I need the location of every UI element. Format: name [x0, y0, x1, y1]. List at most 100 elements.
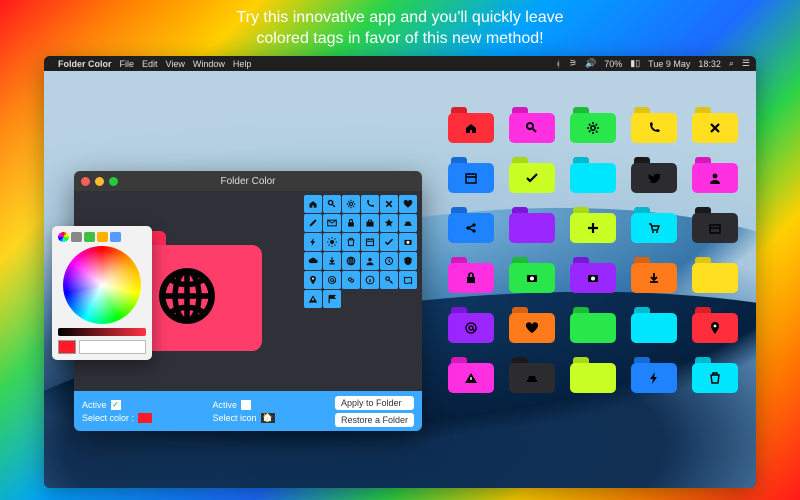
- desktop-folder-twitter[interactable]: [631, 157, 677, 193]
- picker-tabs[interactable]: [58, 232, 146, 242]
- desktop-folder-close[interactable]: [692, 107, 738, 143]
- color-wheel[interactable]: [63, 246, 141, 324]
- icon-option-at[interactable]: [323, 271, 341, 289]
- desktop-folder-share[interactable]: [448, 207, 494, 243]
- icon-option-check[interactable]: [380, 233, 398, 251]
- icon-option-download[interactable]: [323, 252, 341, 270]
- camera-icon: [570, 263, 616, 293]
- phone-icon: [631, 113, 677, 143]
- icon-option-gear[interactable]: [342, 195, 360, 213]
- restore-folder-button[interactable]: Restore a Folder: [335, 413, 414, 427]
- desktop-folder-heart[interactable]: [509, 307, 555, 343]
- desktop-folder-blank[interactable]: [631, 307, 677, 343]
- desktop-folder-download[interactable]: [631, 257, 677, 293]
- active-icon-checkbox[interactable]: ✓: [241, 400, 251, 410]
- desktop-folder-blank[interactable]: [692, 257, 738, 293]
- icon-option-briefcase[interactable]: [361, 214, 379, 232]
- desktop-folder-camera[interactable]: [570, 257, 616, 293]
- wifi-icon[interactable]: ⚞: [569, 58, 577, 69]
- selected-icon-swatch[interactable]: [261, 413, 275, 423]
- select-color-label: Select color :: [82, 413, 134, 423]
- select-icon-label: Select icon: [212, 413, 256, 423]
- warn-icon: [448, 363, 494, 393]
- icon-option-pin[interactable]: [304, 271, 322, 289]
- icon-option-search[interactable]: [323, 195, 341, 213]
- icon-option-key[interactable]: [380, 271, 398, 289]
- desktop-folder-cart[interactable]: [631, 207, 677, 243]
- bolt-icon: [631, 363, 677, 393]
- desktop-folder-blank[interactable]: [570, 307, 616, 343]
- menu-window[interactable]: Window: [193, 59, 225, 69]
- icon-option-flag[interactable]: [323, 290, 341, 308]
- icon-option-pencil[interactable]: [304, 214, 322, 232]
- notifications-icon[interactable]: ☰: [742, 58, 750, 69]
- icon-option-cloud[interactable]: [304, 252, 322, 270]
- selected-color-swatch[interactable]: [138, 413, 152, 423]
- icon-option-mail[interactable]: [323, 214, 341, 232]
- spotlight-icon[interactable]: ⌕: [729, 58, 734, 69]
- desktop-folder-user[interactable]: [692, 157, 738, 193]
- icon-option-info[interactable]: [361, 271, 379, 289]
- desktop-folder-lock[interactable]: [448, 257, 494, 293]
- icon-option-heart[interactable]: [399, 195, 417, 213]
- menu-help[interactable]: Help: [233, 59, 252, 69]
- desktop-folder-check[interactable]: [509, 157, 555, 193]
- volume-icon[interactable]: 🔊: [585, 58, 596, 69]
- icon-option-trash[interactable]: [342, 233, 360, 251]
- desktop-folder-at[interactable]: [448, 307, 494, 343]
- icon-option-shield[interactable]: [399, 252, 417, 270]
- menubar-time: 18:32: [698, 59, 721, 69]
- app-titlebar[interactable]: Folder Color: [74, 171, 422, 191]
- battery-icon[interactable]: ▮▯: [630, 58, 640, 69]
- twitter-icon: [631, 163, 677, 193]
- desktop-folder-bolt[interactable]: [631, 357, 677, 393]
- desktop-folder-car[interactable]: [509, 357, 555, 393]
- desktop-folder-camera[interactable]: [509, 257, 555, 293]
- picker-swatches[interactable]: [79, 340, 146, 354]
- icon-option-home[interactable]: [304, 195, 322, 213]
- desktop-folder-phone[interactable]: [631, 107, 677, 143]
- brightness-slider[interactable]: [58, 328, 146, 336]
- icon-option-link[interactable]: [342, 271, 360, 289]
- desktop-folder-plus[interactable]: [570, 207, 616, 243]
- app-footer: Active ✓ Select color : Active ✓ S: [74, 391, 422, 431]
- desktop-folder-search[interactable]: [509, 107, 555, 143]
- icon-option-clock[interactable]: [380, 252, 398, 270]
- calendar-icon: [448, 163, 494, 193]
- icon-option-camera[interactable]: [399, 233, 417, 251]
- bluetooth-icon[interactable]: ᚼ: [556, 59, 561, 69]
- desktop-folder-calendar[interactable]: [448, 157, 494, 193]
- icon-option-globe[interactable]: [342, 252, 360, 270]
- icon-option-star[interactable]: [380, 214, 398, 232]
- icon-option-calendar[interactable]: [361, 233, 379, 251]
- desktop-folder-gear[interactable]: [570, 107, 616, 143]
- apply-to-folder-button[interactable]: Apply to Folder: [335, 396, 414, 410]
- desktop-folder-blank[interactable]: [570, 157, 616, 193]
- pin-icon: [692, 313, 738, 343]
- icon-option-lock[interactable]: [342, 214, 360, 232]
- icon-option-phone[interactable]: [361, 195, 379, 213]
- menubar-app-name[interactable]: Folder Color: [58, 59, 112, 69]
- icon-option-car[interactable]: [399, 214, 417, 232]
- menu-view[interactable]: View: [166, 59, 185, 69]
- active-color-checkbox[interactable]: ✓: [111, 400, 121, 410]
- desktop-folder-trash[interactable]: [692, 357, 738, 393]
- icon-option-close[interactable]: [380, 195, 398, 213]
- icon-option-warn[interactable]: [304, 290, 322, 308]
- menu-file[interactable]: File: [120, 59, 135, 69]
- color-picker-panel[interactable]: [52, 226, 152, 360]
- desktop-folder-box[interactable]: [692, 207, 738, 243]
- promo-text: Try this innovative app and you'll quick…: [0, 8, 800, 50]
- icon-option-map[interactable]: [399, 271, 417, 289]
- share-icon: [448, 213, 494, 243]
- menu-edit[interactable]: Edit: [142, 59, 158, 69]
- desktop-folder-blank[interactable]: [570, 357, 616, 393]
- icon-option-user[interactable]: [361, 252, 379, 270]
- icon-option-bolt[interactable]: [304, 233, 322, 251]
- desktop-folder-warn[interactable]: [448, 357, 494, 393]
- desktop-folder-blank[interactable]: [509, 207, 555, 243]
- desktop-folder-pin[interactable]: [692, 307, 738, 343]
- icon-option-sun[interactable]: [323, 233, 341, 251]
- promo-line1: Try this innovative app and you'll quick…: [236, 9, 563, 26]
- desktop-folder-home[interactable]: [448, 107, 494, 143]
